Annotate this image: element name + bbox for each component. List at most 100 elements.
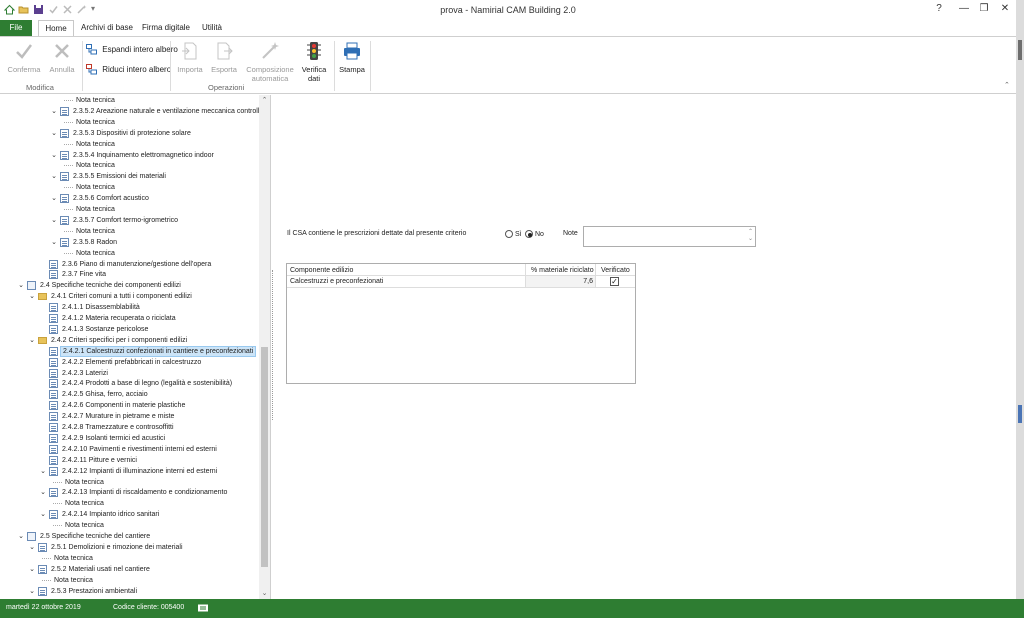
tree-item[interactable]: ⌄ 2.3.5.6 Comfort acustico: [0, 193, 258, 204]
grid-cell-verificato-checkbox[interactable]: ✓: [610, 277, 619, 286]
tree-expander-icon[interactable]: ⌄: [28, 586, 36, 597]
tree-item[interactable]: 2.3.6 Piano di manutenzione/gestione del…: [0, 259, 258, 270]
tree-expander-icon[interactable]: ⌄: [39, 509, 47, 520]
tree-item[interactable]: ⌄ 2.3.5.8 Radon: [0, 237, 258, 248]
tree-item[interactable]: 2.3.7 Fine vita: [0, 269, 258, 280]
scroll-up-icon[interactable]: ⌃: [259, 96, 270, 104]
importa-button[interactable]: Importa: [174, 41, 206, 74]
tree-item[interactable]: ⌄ 2.3.5.5 Emissioni dei materiali: [0, 171, 258, 182]
tab-utilita[interactable]: Utilità: [198, 20, 226, 36]
tree-item[interactable]: ⌄ 2.3.5.7 Comfort termo-igrometrico: [0, 215, 258, 226]
tree-expander-icon[interactable]: ⌄: [50, 171, 58, 182]
tree-item-nota-tecnica[interactable]: Nota tecnica: [0, 204, 258, 215]
tab-home[interactable]: Home: [38, 20, 74, 36]
tree-item-nota-tecnica[interactable]: Nota tecnica: [0, 182, 258, 193]
tree-item[interactable]: 2.4.1.1 Disassemblabilità: [0, 302, 258, 313]
tree-expander-icon[interactable]: ⌄: [28, 335, 36, 346]
tree-item[interactable]: 2.4.2.8 Tramezzature e controsoffitti: [0, 422, 258, 433]
tree-expander-icon[interactable]: ⌄: [50, 237, 58, 248]
composizione-automatica-button[interactable]: Composizione automatica: [242, 41, 298, 83]
tree-expander-icon[interactable]: ⌄: [50, 193, 58, 204]
tree-item-nota-tecnica[interactable]: Nota tecnica: [0, 226, 258, 237]
grid-cell-componente[interactable]: Calcestruzzi e preconfezionati: [288, 276, 385, 287]
tree-item-nota-tecnica[interactable]: Nota tecnica: [0, 477, 258, 488]
tree-item[interactable]: 2.4.2.10 Pavimenti e rivestimenti intern…: [0, 444, 258, 455]
tree-item[interactable]: 2.4.2.7 Murature in pietrame e miste: [0, 411, 258, 422]
tree-expander-icon[interactable]: ⌄: [28, 542, 36, 553]
tab-file[interactable]: File: [0, 20, 32, 36]
tree-item[interactable]: ⌄ 2.4.1 Criteri comuni a tutti i componen…: [0, 291, 258, 302]
tree-item-nota-tecnica[interactable]: Nota tecnica: [0, 553, 258, 564]
tab-archivi-di-base[interactable]: Archivi di base: [78, 20, 136, 36]
help-button[interactable]: ?: [930, 3, 948, 14]
conferma-button[interactable]: Conferma: [6, 41, 42, 74]
tab-firma-digitale[interactable]: Firma digitale: [140, 20, 192, 36]
tree-item[interactable]: 2.4.2.11 Pitture e vernici: [0, 455, 258, 466]
tree-item-nota-tecnica[interactable]: Nota tecnica: [0, 95, 258, 106]
tree-item-label: 2.5 Specifiche tecniche del cantiere: [40, 533, 151, 540]
tree-item[interactable]: 2.4.2.3 Laterizi: [0, 368, 258, 379]
close-button[interactable]: ✕: [996, 3, 1014, 14]
tree-item[interactable]: ⌄ 2.3.5.3 Dispositivi di protezione solar…: [0, 128, 258, 139]
note-field[interactable]: ⌃ ⌄: [583, 226, 756, 247]
ribbon-collapse-icon[interactable]: ⌃: [1004, 81, 1010, 89]
tree-item[interactable]: ⌄ 2.5.1 Demolizioni e rimozione dei mater…: [0, 542, 258, 553]
tree-item[interactable]: 2.4.2.9 Isolanti termici ed acustici: [0, 433, 258, 444]
espandi-albero-button[interactable]: Espandi intero albero: [86, 43, 178, 57]
tree-expander-icon[interactable]: ⌄: [17, 280, 25, 291]
group-separator: [82, 41, 83, 91]
tree-expander-icon[interactable]: ⌄: [17, 531, 25, 542]
tree-expander-icon[interactable]: ⌄: [28, 564, 36, 575]
tree-expander-icon[interactable]: ⌄: [50, 215, 58, 226]
tree-item[interactable]: 2.4.1.3 Sostanze pericolose: [0, 324, 258, 335]
scroll-thumb[interactable]: [261, 347, 268, 567]
tree-expander-icon[interactable]: ⌄: [39, 466, 47, 477]
tree-item[interactable]: ⌄ 2.4.2.13 Impianti di riscaldamento e co…: [0, 487, 258, 498]
radio-no-circle[interactable]: [525, 230, 533, 238]
restore-button[interactable]: ❐: [975, 3, 993, 14]
tree-item-nota-tecnica[interactable]: Nota tecnica: [0, 248, 258, 259]
tree-item[interactable]: 2.4.1.2 Materia recuperata o riciclata: [0, 313, 258, 324]
radio-si[interactable]: Sì: [505, 230, 522, 238]
radio-si-circle[interactable]: [505, 230, 513, 238]
tree-scrollbar[interactable]: ⌃ ⌄: [259, 95, 270, 599]
tree-item-nota-tecnica[interactable]: Nota tecnica: [0, 139, 258, 150]
tree-item[interactable]: ⌄ 2.4.2.14 Impianto idrico sanitari: [0, 509, 258, 520]
tree-item[interactable]: 2.4.2.1 Calcestruzzi confezionati in can…: [0, 345, 258, 357]
grid-cell-percentuale[interactable]: 7,6: [526, 276, 595, 287]
tree-item-nota-tecnica[interactable]: Nota tecnica: [0, 498, 258, 509]
tree-item[interactable]: 2.4.2.2 Elementi prefabbricati in calces…: [0, 357, 258, 368]
tree-item[interactable]: ⌄ 2.5.2 Materiali usati nel cantiere: [0, 564, 258, 575]
tree-connector: [64, 187, 73, 189]
tree-expander-icon[interactable]: ⌄: [50, 106, 58, 117]
tree-item[interactable]: ⌄ 2.4.2.12 Impianti di illuminazione inte…: [0, 466, 258, 477]
scroll-down-icon[interactable]: ⌄: [259, 589, 270, 597]
document-icon: [38, 586, 47, 596]
tree-expander-icon[interactable]: ⌄: [39, 487, 47, 498]
verifica-dati-button[interactable]: Verifica dati: [298, 41, 330, 83]
tree-item[interactable]: 2.4.2.6 Componenti in materie plastiche: [0, 400, 258, 411]
tree-item[interactable]: 2.4.2.4 Prodotti a base di legno (legali…: [0, 378, 258, 389]
tree-item[interactable]: ⌄ 2.5 Specifiche tecniche del cantiere: [0, 531, 258, 542]
minimize-button[interactable]: —: [955, 3, 973, 14]
tree-expander-icon[interactable]: ⌄: [50, 150, 58, 161]
tree-item-nota-tecnica[interactable]: Nota tecnica: [0, 117, 258, 128]
tree-item-nota-tecnica[interactable]: Nota tecnica: [0, 160, 258, 171]
tree-item[interactable]: ⌄ 2.4.2 Criteri specifici per i component…: [0, 335, 258, 346]
document-icon: [49, 412, 58, 422]
riduci-albero-button[interactable]: Riduci intero albero: [86, 63, 171, 77]
tree-item[interactable]: ⌄ 2.5.3 Prestazioni ambientali: [0, 586, 258, 597]
stampa-button[interactable]: Stampa: [336, 41, 368, 74]
tree-item-nota-tecnica[interactable]: Nota tecnica: [0, 575, 258, 586]
tree-expander-icon[interactable]: ⌄: [28, 291, 36, 302]
tree-expander-icon[interactable]: ⌄: [50, 128, 58, 139]
radio-no[interactable]: No: [525, 230, 544, 238]
tree-item-nota-tecnica[interactable]: Nota tecnica: [0, 520, 258, 531]
tree-item[interactable]: ⌄ 2.3.5.4 Inquinamento elettromagnetico i…: [0, 150, 258, 161]
tree-item[interactable]: ⌄ 2.3.5.2 Areazione naturale e ventilazio…: [0, 106, 269, 117]
esporta-button[interactable]: Esporta: [208, 41, 240, 74]
tree-item[interactable]: ⌄ 2.4 Specifiche tecniche dei componenti …: [0, 280, 258, 291]
tree-item[interactable]: 2.4.2.5 Ghisa, ferro, acciaio: [0, 389, 258, 400]
annulla-button[interactable]: Annulla: [46, 41, 78, 74]
note-scroll-icon[interactable]: ⌃ ⌄: [748, 229, 753, 243]
